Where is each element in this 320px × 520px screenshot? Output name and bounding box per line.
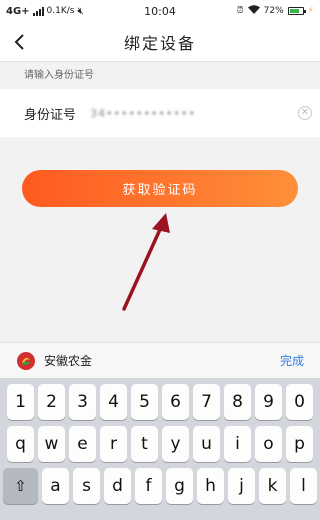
status-bar: 4G+ 0.1K/s 🔇︎ 10:04 ⏰︎ 72% ⚡︎ [0, 0, 320, 22]
battery-fill [289, 9, 300, 13]
status-left: 4G+ 0.1K/s 🔇︎ [6, 6, 126, 17]
wifi-icon [247, 5, 260, 17]
page-title: 绑定设备 [123, 33, 196, 53]
clear-icon[interactable]: ✕ [298, 106, 312, 120]
nav-bar: 绑定设备 [0, 22, 320, 62]
key-7[interactable]: 7 [193, 384, 220, 420]
key-9[interactable]: 9 [255, 384, 282, 420]
key-s[interactable]: s [73, 468, 100, 504]
keyboard-row-asdf-keys: asdfghjkl [42, 468, 317, 504]
keyboard-toolbar: 安徽农金 完成 [0, 342, 320, 378]
keyboard-row-asdf: ⇧ asdfghjkl [3, 468, 317, 504]
key-3[interactable]: 3 [69, 384, 96, 420]
key-y[interactable]: y [162, 426, 189, 462]
battery-icon [287, 7, 306, 15]
signal-icon [32, 6, 44, 16]
done-button[interactable]: 完成 [280, 352, 304, 369]
key-f[interactable]: f [135, 468, 162, 504]
shift-key-icon[interactable]: ⇧ [3, 468, 38, 504]
key-l[interactable]: l [290, 468, 317, 504]
bank-name: 安徽农金 [44, 354, 93, 368]
key-u[interactable]: u [193, 426, 220, 462]
key-j[interactable]: j [228, 468, 255, 504]
key-0[interactable]: 0 [286, 384, 313, 420]
chevron-left-icon[interactable] [10, 32, 30, 52]
mute-icon: 🔇︎ [77, 5, 84, 17]
bank-logo-icon [17, 351, 35, 370]
key-d[interactable]: d [104, 468, 131, 504]
key-5[interactable]: 5 [131, 384, 158, 420]
key-q[interactable]: q [7, 426, 34, 462]
network-speed: 0.1K/s [46, 6, 75, 16]
key-w[interactable]: w [38, 426, 65, 462]
key-g[interactable]: g [166, 468, 193, 504]
key-i[interactable]: i [224, 426, 251, 462]
soft-keyboard: 1234567890 qwertyuiop ⇧ asdfghjkl [0, 378, 320, 520]
key-e[interactable]: e [69, 426, 96, 462]
key-h[interactable]: h [197, 468, 224, 504]
key-6[interactable]: 6 [162, 384, 189, 420]
key-o[interactable]: o [255, 426, 282, 462]
key-1[interactable]: 1 [7, 384, 34, 420]
keyboard-row-numbers: 1234567890 [3, 384, 317, 420]
key-t[interactable]: t [131, 426, 158, 462]
network-type: 4G+ [6, 5, 30, 17]
key-a[interactable]: a [42, 468, 69, 504]
key-k[interactable]: k [259, 468, 286, 504]
annotation-arrow [122, 213, 170, 311]
battery-percent: 72% [263, 6, 284, 16]
key-2[interactable]: 2 [38, 384, 65, 420]
id-number-field[interactable]: 身份证号 34•••••••••••• ✕ [0, 89, 320, 137]
key-8[interactable]: 8 [224, 384, 251, 420]
key-r[interactable]: r [100, 426, 127, 462]
bind-device-screen: 4G+ 0.1K/s 🔇︎ 10:04 ⏰︎ 72% ⚡︎ 绑定设备 请输入身份… [0, 0, 320, 520]
alarm-icon: ⏰︎ [236, 6, 244, 16]
key-4[interactable]: 4 [100, 384, 127, 420]
id-number-value[interactable]: 34•••••••••••• [90, 107, 296, 120]
status-right: ⏰︎ 72% ⚡︎ [237, 5, 314, 17]
id-hint: 请输入身份证号 [24, 70, 94, 81]
id-number-label: 身份证号 [24, 107, 77, 123]
keyboard-row-qwerty: qwertyuiop [3, 426, 317, 462]
get-verification-code-button[interactable]: 获取验证码 [22, 170, 298, 207]
charging-icon: ⚡︎ [307, 6, 314, 16]
key-p[interactable]: p [286, 426, 313, 462]
